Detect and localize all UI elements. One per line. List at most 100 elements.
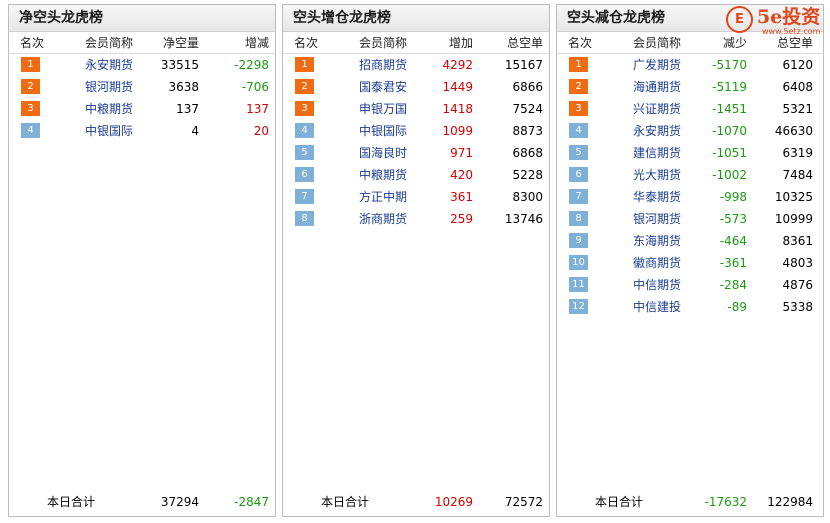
total-increase: 10269 <box>434 495 473 509</box>
daily-total-row: 本日合计 10269 72572 <box>283 493 549 511</box>
value-secondary: 46630 <box>774 124 813 138</box>
table-row: 3 中粮期货 137 137 <box>9 98 275 120</box>
table-row: 6 中粮期货 420 5228 <box>283 164 549 186</box>
rank-badge: 3 <box>21 101 40 116</box>
rank-badge: 8 <box>295 211 314 226</box>
rank-badge: 2 <box>569 79 588 94</box>
column-header-row: 名次 会员简称 净空量 增减 <box>9 32 275 54</box>
ranking-rows: 1 招商期货 4292 15167 2 国泰君安 1449 6866 3 申银万国 1418 7524… <box>283 54 549 230</box>
table-row: 3 申银万国 1418 7524 <box>283 98 549 120</box>
value-primary: 137 <box>176 102 199 116</box>
value-secondary: 10999 <box>774 212 813 226</box>
value-secondary: 6319 <box>782 146 813 160</box>
table-row: 9 东海期货 -464 8361 <box>557 230 823 252</box>
value-secondary: 6868 <box>512 146 543 160</box>
value-secondary: 5228 <box>512 168 543 182</box>
value-primary: 3638 <box>168 80 199 94</box>
total-label: 本日合计 <box>47 495 96 509</box>
daily-total-row: 本日合计 37294 -2847 <box>9 493 275 511</box>
table-row: 11 中信期货 -284 4876 <box>557 274 823 296</box>
rank-badge: 7 <box>295 189 314 204</box>
rank-badge: 1 <box>21 57 40 72</box>
ranking-rows: 1 永安期货 33515 -2298 2 银河期货 3638 -706 3 中粮期货 137 137 4… <box>9 54 275 142</box>
header-change: 增减 <box>244 36 269 50</box>
value-primary: 4292 <box>442 58 473 72</box>
value-secondary: -2298 <box>234 58 269 72</box>
value-secondary: 4876 <box>782 278 813 292</box>
value-secondary: 8300 <box>512 190 543 204</box>
value-primary: 971 <box>450 146 473 160</box>
table-row: 4 中银国际 1099 8873 <box>283 120 549 142</box>
daily-total-row: 本日合计 -17632 122984 <box>557 493 823 511</box>
table-row: 4 永安期货 -1070 46630 <box>557 120 823 142</box>
total-net-short: 37294 <box>160 495 199 509</box>
value-secondary: 13746 <box>504 212 543 226</box>
rank-badge: 9 <box>569 233 588 248</box>
rank-badge: 11 <box>569 277 588 292</box>
value-primary: 420 <box>450 168 473 182</box>
table-row: 8 浙商期货 259 13746 <box>283 208 549 230</box>
value-secondary: 6120 <box>782 58 813 72</box>
table-row: 2 海通期货 -5119 6408 <box>557 76 823 98</box>
table-row: 10 徽商期货 -361 4803 <box>557 252 823 274</box>
header-net-short: 净空量 <box>162 36 199 50</box>
table-row: 1 广发期货 -5170 6120 <box>557 54 823 76</box>
rank-badge: 3 <box>295 101 314 116</box>
logo-url: www.5etz.com <box>762 27 821 36</box>
rank-badge: 5 <box>295 145 314 160</box>
panel-title: 空头增仓龙虎榜 <box>283 5 549 32</box>
header-rank: 名次 <box>568 36 593 50</box>
value-secondary: -706 <box>241 80 269 94</box>
table-row: 8 银河期货 -573 10999 <box>557 208 823 230</box>
value-secondary: 137 <box>246 102 269 116</box>
header-rank: 名次 <box>20 36 45 50</box>
value-primary: 361 <box>450 190 473 204</box>
table-row: 7 华泰期货 -998 10325 <box>557 186 823 208</box>
value-primary: 1099 <box>442 124 473 138</box>
rank-badge: 1 <box>295 57 314 72</box>
total-change: -2847 <box>234 495 269 509</box>
logo-mark-icon: E <box>726 6 753 33</box>
total-short: 122984 <box>767 495 813 509</box>
value-secondary: 7524 <box>512 102 543 116</box>
value-primary: 4 <box>191 124 199 138</box>
value-secondary: 8361 <box>782 234 813 248</box>
header-increase: 增加 <box>448 36 473 50</box>
total-label: 本日合计 <box>321 495 370 509</box>
rank-badge: 2 <box>295 79 314 94</box>
value-secondary: 8873 <box>512 124 543 138</box>
site-logo: E 5e投资 www.5etz.com <box>726 6 826 36</box>
rank-badge: 6 <box>569 167 588 182</box>
value-secondary: 4803 <box>782 256 813 270</box>
value-secondary: 6866 <box>512 80 543 94</box>
table-row: 7 方正中期 361 8300 <box>283 186 549 208</box>
table-row: 1 招商期货 4292 15167 <box>283 54 549 76</box>
rank-badge: 3 <box>569 101 588 116</box>
table-row: 5 国海良时 971 6868 <box>283 142 549 164</box>
value-secondary: 20 <box>253 124 269 138</box>
ranking-rows: 1 广发期货 -5170 6120 2 海通期货 -5119 6408 3 兴证期货 -1451 53… <box>557 54 823 318</box>
table-row: 12 中信建投 -89 5338 <box>557 296 823 318</box>
logo-text: 5e投资 <box>757 6 821 28</box>
table-row: 2 银河期货 3638 -706 <box>9 76 275 98</box>
value-secondary: 15167 <box>504 58 543 72</box>
rank-badge: 10 <box>569 255 588 270</box>
rank-badge: 2 <box>21 79 40 94</box>
rank-badge: 8 <box>569 211 588 226</box>
rank-badge: 6 <box>295 167 314 182</box>
short-decrease-ranking-panel: 空头减仓龙虎榜 名次 会员简称 减少 总空单 1 广发期货 -5170 6120 2 海通… <box>556 4 824 517</box>
value-primary: 259 <box>450 212 473 226</box>
column-header-row: 名次 会员简称 增加 总空单 <box>283 32 549 54</box>
rank-badge: 12 <box>569 299 588 314</box>
value-secondary: 5321 <box>782 102 813 116</box>
table-row: 5 建信期货 -1051 6319 <box>557 142 823 164</box>
value-primary: 1449 <box>442 80 473 94</box>
value-primary: 33515 <box>160 58 199 72</box>
header-total-short: 总空单 <box>506 36 543 50</box>
total-label: 本日合计 <box>595 495 644 509</box>
header-rank: 名次 <box>294 36 319 50</box>
rank-badge: 1 <box>569 57 588 72</box>
table-row: 4 中银国际 4 20 <box>9 120 275 142</box>
rank-badge: 4 <box>569 123 588 138</box>
rank-badge: 4 <box>21 123 40 138</box>
